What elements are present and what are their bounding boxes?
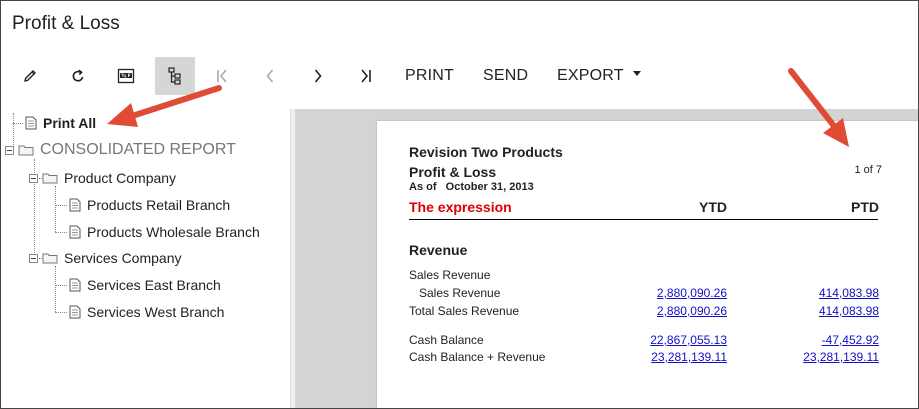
- tree-item-products-retail-branch[interactable]: Products Retail Branch: [69, 195, 230, 215]
- tree-item-label: Product Company: [64, 170, 177, 186]
- row-label: Sales Revenue: [409, 286, 501, 300]
- report-name: Profit & Loss: [409, 164, 497, 180]
- row-value-ptd[interactable]: 23,281,139.11: [739, 350, 879, 364]
- row-label: Cash Balance: [409, 333, 484, 347]
- report-viewer: Revision Two Products Profit & Loss As o…: [296, 109, 918, 408]
- column-header-ytd: YTD: [699, 199, 727, 215]
- send-button[interactable]: SEND: [483, 57, 528, 95]
- row-label: Total Sales Revenue: [409, 304, 520, 318]
- document-icon: [69, 198, 81, 212]
- first-page-icon[interactable]: [207, 57, 237, 95]
- document-icon: [69, 225, 81, 239]
- expression-label: The expression: [409, 199, 512, 215]
- folder-icon: [18, 145, 34, 156]
- report-window: Profit & Loss PRINT SEND EXPORT Print Al…: [0, 0, 919, 409]
- collapse-icon[interactable]: [29, 173, 38, 183]
- row-value-ytd[interactable]: 2,880,090.26: [587, 286, 727, 300]
- pdf-icon[interactable]: [111, 57, 141, 95]
- tree-item-label: Services Company: [64, 250, 182, 266]
- export-button[interactable]: EXPORT: [557, 57, 642, 95]
- tree-item-services-company[interactable]: Services Company: [29, 248, 182, 268]
- tree-item-label: Products Retail Branch: [87, 197, 231, 213]
- document-icon: [69, 278, 81, 292]
- chevron-down-icon: [633, 71, 642, 77]
- refresh-icon[interactable]: [63, 57, 93, 95]
- report-tree: Print All CONSOLIDATED REPORT Product Co…: [1, 109, 290, 408]
- row-value-ytd[interactable]: 2,880,090.26: [587, 304, 727, 318]
- tree-item-label: Print All: [43, 115, 97, 131]
- print-button[interactable]: PRINT: [405, 57, 454, 95]
- edit-icon[interactable]: [15, 57, 45, 95]
- section-revenue: Revenue: [409, 242, 468, 258]
- collapse-icon[interactable]: [29, 253, 38, 263]
- row-label: Cash Balance + Revenue: [409, 350, 546, 364]
- report-company: Revision Two Products: [409, 144, 563, 160]
- tree-item-services-west-branch[interactable]: Services West Branch: [69, 302, 224, 322]
- row-value-ptd[interactable]: 414,083.98: [739, 286, 879, 300]
- tree-item-label: Products Wholesale Branch: [87, 224, 260, 240]
- folder-icon: [42, 253, 58, 264]
- toolbar: PRINT SEND EXPORT: [1, 57, 918, 95]
- row-value-ptd[interactable]: -47,452.92: [739, 333, 879, 347]
- export-label: EXPORT: [557, 67, 624, 84]
- page-title: Profit & Loss: [12, 13, 120, 34]
- document-icon: [69, 305, 81, 319]
- tree-item-services-east-branch[interactable]: Services East Branch: [69, 275, 221, 295]
- next-page-icon[interactable]: [303, 57, 333, 95]
- last-page-icon[interactable]: [351, 57, 381, 95]
- tree-item-products-wholesale-branch[interactable]: Products Wholesale Branch: [69, 222, 260, 242]
- tree-item-label: Services West Branch: [87, 304, 225, 320]
- document-icon: [25, 116, 37, 130]
- row-value-ptd[interactable]: 414,083.98: [739, 304, 879, 318]
- folder-icon: [42, 173, 58, 184]
- row-value-ytd[interactable]: 22,867,055.13: [587, 333, 727, 347]
- tree-item-label: CONSOLIDATED REPORT: [40, 141, 236, 158]
- tree-toggle-icon[interactable]: [155, 57, 195, 95]
- tree-item-product-company[interactable]: Product Company: [29, 168, 176, 188]
- report-as-of: As of October 31, 2013: [409, 181, 534, 193]
- report-page: Revision Two Products Profit & Loss As o…: [377, 121, 918, 408]
- tree-item-print-all[interactable]: Print All: [25, 113, 96, 133]
- tree-item-label: Services East Branch: [87, 277, 221, 293]
- row-value-ytd[interactable]: 23,281,139.11: [587, 350, 727, 364]
- collapse-icon[interactable]: [5, 145, 14, 155]
- page-number: 1 of 7: [854, 164, 882, 176]
- previous-page-icon[interactable]: [255, 57, 285, 95]
- tree-item-consolidated-report[interactable]: CONSOLIDATED REPORT: [5, 140, 236, 160]
- header-rule: [409, 219, 878, 220]
- row-label: Sales Revenue: [409, 268, 491, 282]
- column-header-ptd: PTD: [851, 199, 879, 215]
